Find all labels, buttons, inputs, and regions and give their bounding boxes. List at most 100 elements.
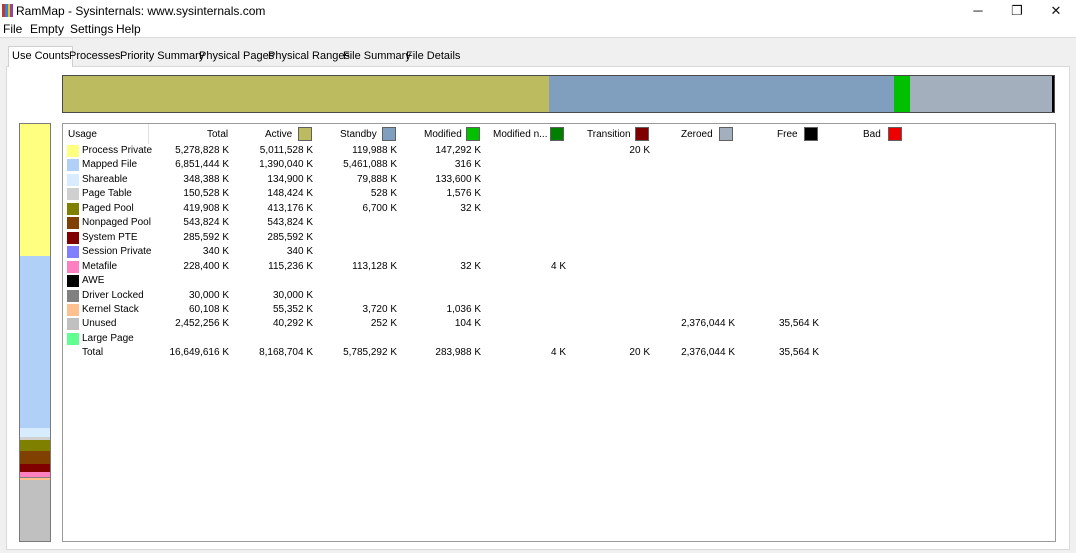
- usage-label: Unused: [82, 318, 117, 330]
- usage-label: System PTE: [82, 231, 138, 243]
- cell-transition: 20 K: [629, 145, 650, 156]
- usage-label: Process Private: [82, 145, 153, 156]
- minimize-button[interactable]: ─: [958, 0, 998, 21]
- table-row[interactable]: Kernel Stack 60,108 K 55,352 K 3,720 K 1,036…: [63, 303, 1053, 317]
- table-row[interactable]: System PTE 285,592 K 285,592 K: [63, 231, 1053, 245]
- memory-usage-bar: [19, 123, 51, 542]
- table-row[interactable]: Paged Pool 419,908 K 413,176 K 6,700 K 32 K: [63, 202, 1053, 216]
- menu-empty[interactable]: Empty: [30, 22, 64, 36]
- cell-active: 340 K: [286, 246, 313, 258]
- cell-standby: 79,888 K: [356, 173, 397, 185]
- table-row[interactable]: Metafile 228,400 K 115,236 K 113,128 K 32 K 4…: [63, 260, 1053, 274]
- cell-total: 60,108 K: [188, 303, 229, 315]
- cell-total: 543,824 K: [183, 217, 229, 229]
- column-header-total[interactable]: Total: [207, 129, 228, 140]
- usage-color-swatch: [67, 231, 79, 244]
- table-row[interactable]: Driver Locked 30,000 K 30,000 K: [63, 289, 1053, 303]
- usage-label: Paged Pool: [82, 202, 134, 214]
- usage-label: Session Private: [82, 246, 152, 258]
- cell-standby: 528 K: [370, 188, 397, 200]
- column-header-zeroed[interactable]: Zeroed: [681, 129, 713, 140]
- bar-segment-free: [1051, 76, 1054, 112]
- cell-total: 6,851,444 K: [175, 159, 229, 171]
- cell-total: 150,528 K: [183, 188, 229, 200]
- cell-active: 134,900 K: [267, 173, 313, 185]
- maximize-button[interactable]: ❐: [997, 0, 1037, 21]
- cell-free: 35,564 K: [778, 347, 819, 359]
- bar-segment-mapped-file: [20, 256, 50, 428]
- table-row[interactable]: Large Page: [63, 332, 1053, 346]
- bar-segment-active: [63, 76, 550, 112]
- tab-use-counts[interactable]: Use Counts: [8, 46, 74, 67]
- column-header-modified-n[interactable]: Modified n...: [493, 129, 547, 140]
- usage-label: Metafile: [82, 260, 118, 272]
- cell-total: 340 K: [202, 246, 229, 258]
- memory-state-bar: [62, 75, 1055, 113]
- usage-label: AWE: [82, 275, 105, 287]
- cell-standby: 113,128 K: [352, 260, 397, 272]
- legend-swatch: [719, 127, 733, 141]
- usage-color-swatch: [67, 217, 79, 230]
- legend-swatch: [382, 127, 396, 141]
- table-row[interactable]: Mapped File 6,851,444 K 1,390,040 K 5,461,0…: [63, 158, 1053, 172]
- cell-standby: 5,461,088 K: [343, 159, 397, 171]
- table-row[interactable]: AWE: [63, 274, 1053, 288]
- cell-total: 2,452,256 K: [175, 318, 229, 330]
- menu-settings[interactable]: Settings: [70, 22, 113, 36]
- table-row[interactable]: Unused 2,452,256 K 40,292 K 252 K 104 K 2,376…: [63, 317, 1053, 331]
- bar-segment-unused: [20, 479, 50, 541]
- cell-standby: 6,700 K: [362, 202, 397, 214]
- cell-active: 5,011,528 K: [259, 145, 313, 156]
- close-button[interactable]: ✕: [1036, 0, 1076, 21]
- table-row[interactable]: Session Private 340 K 340 K: [63, 245, 1053, 259]
- legend-swatch: [635, 127, 649, 141]
- usage-color-swatch: [67, 246, 79, 259]
- cell-total: 30,000 K: [188, 289, 229, 301]
- cell-modified: 1,576 K: [446, 188, 481, 200]
- column-header-bad[interactable]: Bad: [863, 129, 881, 140]
- usage-label: Shareable: [82, 173, 128, 185]
- header-divider: [148, 124, 149, 144]
- cell-active: 55,352 K: [272, 303, 313, 315]
- cell-modified: 283,988 K: [435, 347, 481, 359]
- cell-total: 5,278,828 K: [175, 145, 229, 156]
- bar-segment-paged-pool: [20, 440, 50, 451]
- column-header-standby[interactable]: Standby: [340, 129, 377, 140]
- usage-color-swatch: [67, 188, 79, 201]
- tab-processes[interactable]: Processes: [66, 49, 123, 66]
- usage-color-swatch: [67, 289, 79, 302]
- legend-swatch: [888, 127, 902, 141]
- cell-active: 543,824 K: [267, 217, 313, 229]
- table-row[interactable]: Nonpaged Pool 543,824 K 543,824 K: [63, 216, 1053, 230]
- bar-segment-modified: [893, 76, 911, 112]
- cell-modified-n: 4 K: [550, 260, 566, 272]
- menu-help[interactable]: Help: [116, 22, 141, 36]
- cell-modified: 316 K: [454, 159, 481, 171]
- app-icon-stripe: [10, 4, 13, 17]
- cell-modified: 147,292 K: [435, 145, 481, 156]
- usage-color-swatch: [67, 202, 79, 215]
- table-row[interactable]: Process Private 5,278,828 K 5,011,528 K 119…: [63, 144, 1053, 158]
- cell-modified: 1,036 K: [446, 303, 481, 315]
- table-total-row[interactable]: Total 16,649,616 K 8,168,704 K 5,785,292 K 2…: [63, 346, 1053, 360]
- bar-segment-process-private: [20, 124, 50, 257]
- column-header-transition[interactable]: Transition: [587, 129, 631, 140]
- cell-transition: 20 K: [629, 347, 650, 359]
- column-header-modified[interactable]: Modified: [424, 129, 462, 140]
- bar-segment-standby: [549, 76, 894, 112]
- column-header-active[interactable]: Active: [265, 129, 292, 140]
- table-row[interactable]: Shareable 348,388 K 134,900 K 79,888 K 133,6…: [63, 173, 1053, 187]
- tab-priority-summary[interactable]: Priority Summary: [117, 49, 207, 66]
- menu-file[interactable]: File: [3, 22, 22, 36]
- tab-file-details[interactable]: File Details: [403, 49, 463, 66]
- cell-total: 285,592 K: [183, 231, 229, 243]
- column-header-usage[interactable]: Usage: [68, 129, 97, 140]
- cell-active: 8,168,704 K: [259, 347, 313, 359]
- bar-segment-zeroed: [910, 76, 1052, 112]
- column-header-free[interactable]: Free: [777, 129, 798, 140]
- bar-segment-shareable: [20, 427, 50, 437]
- table-row[interactable]: Page Table 150,528 K 148,424 K 528 K 1,576 K: [63, 187, 1053, 201]
- legend-swatch: [298, 127, 312, 141]
- cell-free: 35,564 K: [778, 318, 819, 330]
- cell-active: 148,424 K: [267, 188, 313, 200]
